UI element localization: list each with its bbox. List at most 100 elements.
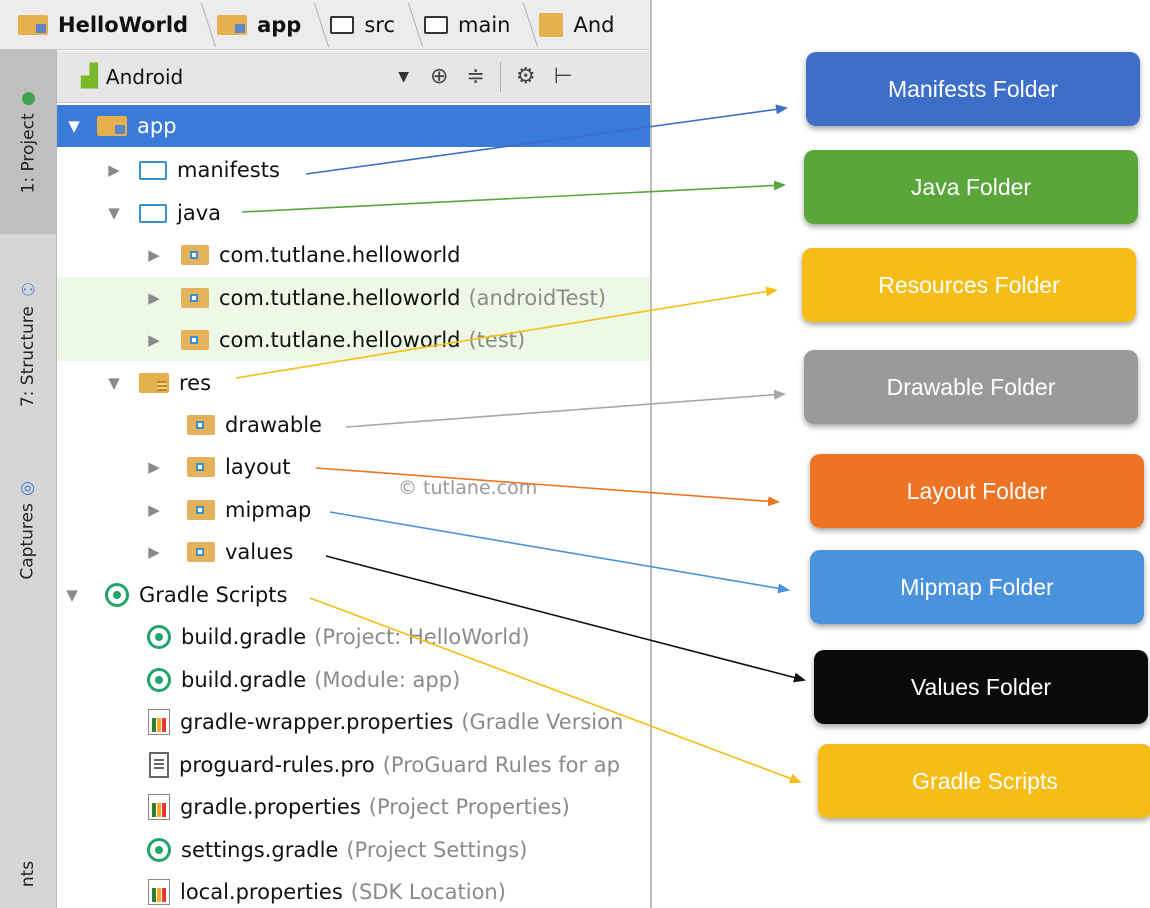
tree-node-hint: (Gradle Version bbox=[461, 710, 624, 734]
collapse-arrow-icon[interactable]: ▶ bbox=[141, 331, 167, 349]
properties-file-icon bbox=[148, 794, 170, 820]
tree-node-label: values bbox=[225, 540, 294, 564]
gradle-icon bbox=[147, 838, 171, 862]
callout-resources-folder: Resources Folder bbox=[802, 248, 1136, 322]
breadcrumb-separator bbox=[186, 2, 217, 47]
package-folder-icon bbox=[187, 500, 215, 520]
expand-arrow-icon[interactable]: ▼ bbox=[101, 204, 127, 222]
tree-node-package-test[interactable]: ▶ com.tutlane.helloworld (test) bbox=[57, 319, 650, 361]
expand-arrow-icon[interactable]: ▼ bbox=[59, 586, 85, 604]
tree-node-hint: (SDK Location) bbox=[350, 880, 506, 904]
callout-mipmap-folder: Mipmap Folder bbox=[810, 550, 1144, 624]
hide-icon[interactable]: ⊢ bbox=[554, 64, 573, 89]
tree-node-label: manifests bbox=[177, 158, 280, 182]
collapse-arrow-icon[interactable]: ▶ bbox=[141, 289, 167, 307]
breadcrumb-item-src[interactable]: src bbox=[330, 13, 395, 37]
tree-node-label: com.tutlane.helloworld bbox=[219, 286, 461, 310]
tree-node-manifests[interactable]: ▶ manifests bbox=[57, 149, 650, 191]
toolbar-divider bbox=[499, 61, 501, 92]
tree-node-label: layout bbox=[225, 455, 291, 479]
view-mode-label: Android bbox=[105, 64, 184, 89]
panel-border bbox=[650, 0, 652, 908]
tree-node-package[interactable]: ▶ com.tutlane.helloworld bbox=[57, 234, 650, 276]
tab-project[interactable]: 1: Project ● bbox=[0, 50, 56, 234]
breadcrumb-item-app[interactable]: app bbox=[217, 13, 301, 37]
collapse-arrow-icon[interactable]: ▶ bbox=[141, 543, 167, 561]
android-icon: ▟ bbox=[81, 64, 98, 89]
folder-icon bbox=[424, 15, 448, 34]
module-folder-icon bbox=[97, 116, 127, 136]
breadcrumb-separator bbox=[509, 2, 539, 47]
tree-node-java[interactable]: ▼ java bbox=[57, 192, 650, 234]
expand-arrow-icon[interactable]: ▼ bbox=[61, 117, 87, 135]
tree-node-proguard[interactable]: proguard-rules.pro (ProGuard Rules for a… bbox=[57, 744, 650, 786]
collapse-arrow-icon[interactable]: ▶ bbox=[141, 246, 167, 264]
package-folder-icon bbox=[181, 288, 209, 308]
resource-folder-icon bbox=[139, 373, 169, 393]
tree-node-label: com.tutlane.helloworld bbox=[219, 328, 461, 352]
properties-file-icon bbox=[148, 709, 170, 735]
view-mode-dropdown[interactable]: ▟ Android ▼ bbox=[81, 64, 421, 89]
collapse-arrow-icon[interactable]: ▶ bbox=[141, 501, 167, 519]
breadcrumb-item-manifest[interactable]: And bbox=[539, 12, 615, 37]
tab-events[interactable]: nts bbox=[0, 840, 56, 908]
folder-icon bbox=[139, 203, 167, 223]
callout-drawable-folder: Drawable Folder bbox=[804, 350, 1138, 424]
project-tree: ▼ app ▶ manifests ▼ java ▶ com.tutlane.h… bbox=[57, 103, 650, 908]
package-folder-icon bbox=[181, 245, 209, 265]
tree-node-package-androidtest[interactable]: ▶ com.tutlane.helloworld (androidTest) bbox=[57, 277, 650, 319]
tree-node-label: mipmap bbox=[225, 498, 312, 522]
tool-window-strip: 1: Project ● 7: Structure ⚇ Captures ◎ n… bbox=[0, 50, 57, 908]
tree-node-hint: (test) bbox=[468, 328, 526, 352]
tree-node-label: res bbox=[179, 371, 212, 395]
tree-node-app[interactable]: ▼ app bbox=[57, 105, 650, 147]
tab-captures[interactable]: Captures ◎ bbox=[0, 455, 56, 605]
breadcrumb-separator bbox=[300, 2, 330, 47]
tab-project-label: 1: Project bbox=[18, 113, 38, 194]
breadcrumb-item-helloworld[interactable]: HelloWorld bbox=[18, 13, 188, 37]
tree-node-gradle-properties[interactable]: gradle.properties (Project Properties) bbox=[57, 786, 650, 828]
tree-node-label: drawable bbox=[225, 413, 322, 437]
tree-node-label: app bbox=[137, 114, 177, 138]
collapse-icon[interactable]: ≑ bbox=[466, 64, 484, 89]
camera-icon: ◎ bbox=[20, 477, 36, 498]
tree-node-settings-gradle[interactable]: settings.gradle (Project Settings) bbox=[57, 829, 650, 871]
text-file-icon bbox=[149, 752, 169, 778]
target-icon[interactable]: ⊕ bbox=[430, 64, 448, 89]
tree-node-local-properties[interactable]: local.properties (SDK Location) bbox=[57, 871, 650, 908]
expand-arrow-icon[interactable]: ▼ bbox=[101, 374, 127, 392]
breadcrumb-item-main[interactable]: main bbox=[424, 13, 510, 37]
tree-node-drawable[interactable]: drawable bbox=[57, 404, 650, 446]
callout-manifests-folder: Manifests Folder bbox=[806, 52, 1140, 126]
collapse-arrow-icon[interactable]: ▶ bbox=[141, 458, 167, 476]
watermark: © tutlane.com bbox=[398, 477, 538, 499]
package-folder-icon bbox=[181, 330, 209, 350]
tree-node-label: gradle.properties bbox=[180, 795, 361, 819]
breadcrumb: HelloWorld app src main And bbox=[0, 0, 650, 50]
structure-icon: ⚇ bbox=[20, 280, 36, 301]
tree-node-label: local.properties bbox=[180, 880, 343, 904]
collapse-arrow-icon[interactable]: ▶ bbox=[101, 161, 127, 179]
tree-node-layout[interactable]: ▶ layout bbox=[57, 446, 650, 488]
tree-node-build-gradle-project[interactable]: build.gradle (Project: HelloWorld) bbox=[57, 616, 650, 658]
package-folder-icon bbox=[187, 415, 215, 435]
tree-node-label: settings.gradle bbox=[181, 838, 339, 862]
tree-node-label: build.gradle bbox=[181, 625, 307, 649]
tree-node-build-gradle-module[interactable]: build.gradle (Module: app) bbox=[57, 659, 650, 701]
gear-icon[interactable]: ⚙ bbox=[516, 64, 536, 89]
tree-node-gradle-scripts[interactable]: ▼ Gradle Scripts bbox=[57, 574, 650, 616]
tab-structure-label: 7: Structure bbox=[18, 306, 38, 408]
tree-node-values[interactable]: ▶ values bbox=[57, 531, 650, 573]
package-folder-icon bbox=[187, 542, 215, 562]
tree-node-gradle-wrapper[interactable]: gradle-wrapper.properties (Gradle Versio… bbox=[57, 701, 650, 743]
tab-structure[interactable]: 7: Structure ⚇ bbox=[0, 250, 56, 440]
callout-java-folder: Java Folder bbox=[804, 150, 1138, 224]
gradle-icon bbox=[147, 668, 171, 692]
module-folder-icon bbox=[18, 14, 48, 35]
tree-node-mipmap[interactable]: ▶ mipmap bbox=[57, 489, 650, 531]
tree-node-hint: (androidTest) bbox=[468, 286, 606, 310]
manifest-file-icon bbox=[539, 12, 564, 37]
tree-node-res[interactable]: ▼ res bbox=[57, 362, 650, 404]
tree-node-hint: (Project Settings) bbox=[346, 838, 528, 862]
package-folder-icon bbox=[187, 457, 215, 477]
